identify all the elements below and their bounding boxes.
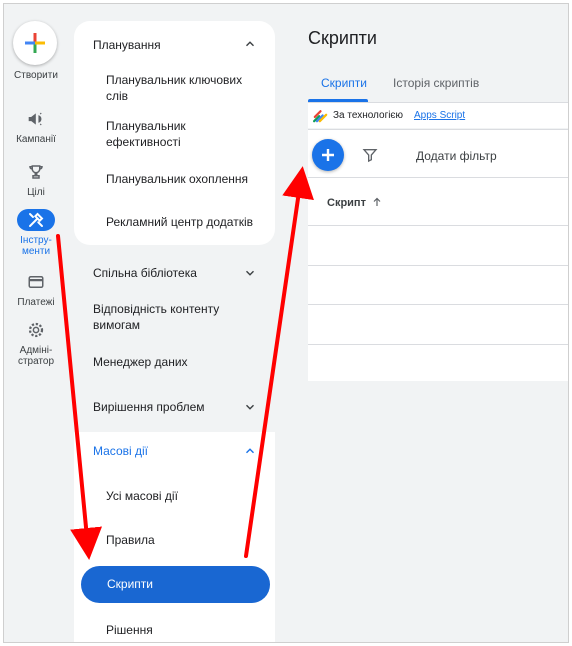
table-row[interactable] bbox=[308, 226, 568, 265]
powered-by-label: За технологією bbox=[333, 110, 404, 121]
apps-script-link[interactable]: Apps Script bbox=[414, 110, 465, 121]
rail-label: Кампанії bbox=[16, 134, 56, 145]
table-row[interactable] bbox=[308, 305, 568, 344]
plus-icon bbox=[25, 33, 45, 53]
rail-item-billing[interactable]: Платежі bbox=[4, 271, 68, 308]
nav-bulk-actions[interactable]: Масові дії bbox=[74, 440, 275, 462]
nav-app-ad-hub[interactable]: Рекламний центр додатків bbox=[74, 212, 275, 232]
tools-nav-panel: Планування Планувальник ключових слів Пл… bbox=[74, 4, 280, 642]
nav-performance-planner[interactable]: Планувальник ефективності bbox=[74, 117, 275, 151]
trophy-icon bbox=[29, 165, 43, 179]
gear-icon bbox=[28, 322, 44, 338]
nav-data-manager[interactable]: Менеджер даних bbox=[74, 351, 275, 373]
megaphone-icon bbox=[28, 112, 42, 126]
tab-script-history[interactable]: Історія скриптів bbox=[393, 76, 479, 90]
nav-keyword-planner[interactable]: Планувальник ключових слів bbox=[74, 71, 275, 105]
arrow-up-icon[interactable] bbox=[371, 196, 383, 208]
plus-icon bbox=[322, 149, 334, 161]
rail-item-tools[interactable]: Інстру- менти bbox=[4, 209, 68, 257]
rail-label: Платежі bbox=[17, 297, 55, 308]
rail-label: Адміні- стратор bbox=[17, 345, 55, 367]
apps-script-banner: За технологією Apps Script bbox=[308, 103, 568, 128]
page-title: Скрипти bbox=[308, 28, 377, 48]
create-label: Створити bbox=[14, 70, 58, 81]
rail-label: Інстру- менти bbox=[20, 235, 52, 257]
nav-rules[interactable]: Правила bbox=[74, 529, 275, 551]
nav-troubleshooting[interactable]: Вирішення проблем bbox=[74, 396, 275, 418]
scripts-table-panel: Додати фільтр Скрипт bbox=[308, 129, 568, 384]
add-script-button[interactable] bbox=[312, 139, 344, 171]
nav-solutions[interactable]: Рішення bbox=[74, 619, 275, 641]
nav-scripts[interactable]: Скрипти bbox=[81, 566, 270, 603]
table-row[interactable] bbox=[308, 345, 568, 384]
bulk-actions-section: Масові дії Усі масові дії Правила Рішенн… bbox=[74, 432, 275, 642]
divider bbox=[308, 177, 568, 178]
create-button[interactable] bbox=[13, 21, 57, 65]
chevron-up-icon bbox=[246, 41, 254, 47]
tools-icon bbox=[29, 212, 44, 227]
rail-item-admin[interactable]: Адміні- стратор bbox=[4, 319, 68, 367]
nav-all-bulk-actions[interactable]: Усі масові дії bbox=[74, 485, 275, 507]
tab-scripts[interactable]: Скрипти bbox=[321, 76, 367, 90]
apps-script-logo-icon bbox=[312, 110, 328, 123]
nav-shared-library[interactable]: Спільна бібліотека bbox=[74, 262, 275, 284]
rail-item-campaigns[interactable]: Кампанії bbox=[4, 108, 68, 145]
credit-card-icon bbox=[28, 276, 44, 288]
filter-icon[interactable] bbox=[362, 147, 378, 163]
table-row[interactable] bbox=[308, 266, 568, 305]
nav-planning[interactable]: Планування bbox=[74, 33, 275, 57]
nav-reach-planner[interactable]: Планувальник охоплення bbox=[74, 169, 275, 189]
nav-content-suitability[interactable]: Відповідність контенту вимогам bbox=[74, 300, 275, 336]
planning-card: Планування Планувальник ключових слів Пл… bbox=[74, 21, 275, 245]
rail-label: Цілі bbox=[27, 187, 45, 198]
add-filter-button[interactable]: Додати фільтр bbox=[416, 149, 497, 163]
rail-item-goals[interactable]: Цілі bbox=[4, 161, 68, 198]
app-frame: Створити Кампанії Цілі Інстру- менти Пла… bbox=[3, 3, 569, 643]
column-header-script[interactable]: Скрипт bbox=[327, 197, 366, 209]
chevron-up-icon bbox=[246, 448, 254, 454]
chevron-down-icon bbox=[246, 270, 254, 276]
chevron-down-icon bbox=[246, 404, 254, 410]
left-rail: Створити Кампанії Цілі Інстру- менти Пла… bbox=[4, 4, 68, 642]
tab-bar: Скрипти Історія скриптів bbox=[308, 64, 568, 102]
